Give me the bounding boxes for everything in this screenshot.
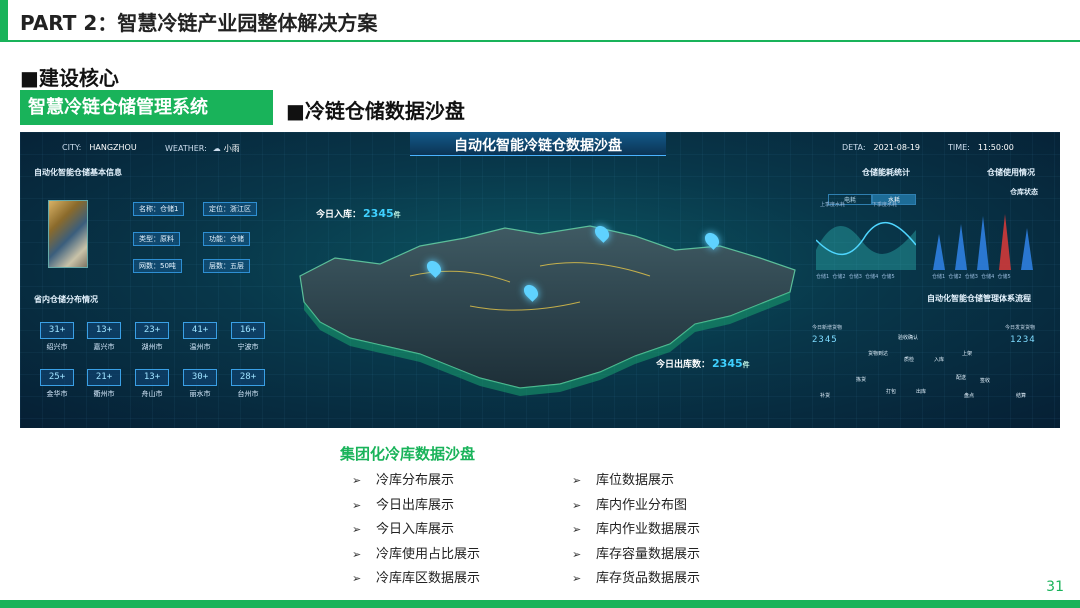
city-card: 25+ 金华市 [40, 369, 74, 399]
slide-title: PART 2：智慧冷链产业园整体解决方案 [20, 11, 378, 35]
energy-axis: 仓储1 仓储2 仓储3 仓储4 仓储5 [816, 274, 895, 280]
arrow-icon: ➢ [352, 474, 362, 487]
energy-legend-1: 上季度水耗 [820, 202, 846, 208]
flow-node: 验收确认 [898, 335, 919, 341]
list-item: ➢ 今日出库展示 [352, 497, 455, 513]
energy-area-chart [816, 221, 916, 270]
info-floors: 层数：五层 [203, 259, 250, 273]
energy-title: 仓储能耗统计 [862, 168, 910, 177]
city-card: 28+ 台州市 [231, 369, 265, 399]
arrow-icon: ➢ [572, 547, 582, 561]
list-item: ➢ 冷库使用占比展示 [352, 546, 481, 562]
bullet-list-right: ➢ 库位数据展示 ➢ 库内作业分布图 ➢ 库内作业数据展示 ➢ 库存容量数据展示 ➢ 库存… [572, 469, 700, 592]
arrow-icon: ➢ [352, 523, 362, 537]
dashboard-title-bar: 自动化智能冷链仓数据沙盘 [410, 132, 666, 156]
province-title: 省内仓储分布情况 [34, 295, 98, 304]
today-in-stat: 今日入库： 2345件 [316, 207, 401, 220]
arrow-icon: ➢ [352, 498, 362, 512]
arrow-icon: ➢ [572, 498, 582, 512]
arrow-icon: ➢ [572, 474, 582, 487]
flow-right-value: 1234 [1010, 335, 1036, 345]
bullet-list-left: ➢ 冷库分布展示 ➢ 今日出库展示 ➢ 今日入库展示 ➢ 冷库使用占比展示 ➢ 冷库库区数… [352, 469, 480, 592]
header-accent-bar [0, 0, 8, 42]
city-card: 31+ 绍兴市 [40, 322, 74, 352]
list-item: ➢ 库位数据展示 [572, 473, 675, 488]
city-readout: CITY: HANGZHOU [62, 143, 137, 152]
data-sandbox-dashboard: CITY: HANGZHOU WEATHER: ☁ 小雨 自动化智能冷链仓数据沙盘 D… [20, 132, 1060, 428]
city-card: 41+ 温州市 [183, 322, 217, 352]
list-item: ➢ 库内作业分布图 [572, 497, 688, 513]
energy-tabs: 电耗 水耗 [828, 187, 916, 205]
info-function: 功能：仓储 [203, 232, 250, 246]
info-location: 定位：浙江区 [203, 202, 257, 216]
arrow-icon: ➢ [352, 547, 362, 561]
city-card: 30+ 丽水市 [183, 369, 217, 399]
flow-node: 结算 [1016, 393, 1027, 399]
flow-node: 上架 [962, 351, 973, 357]
flow-node: 盘点 [964, 393, 975, 399]
list-item: ➢ 库存货品数据展示 [572, 571, 701, 587]
usage-subtitle: 仓库状态 [1010, 188, 1038, 196]
city-card: 13+ 舟山市 [135, 369, 169, 399]
basic-info-title: 自动化智能仓储基本信息 [34, 168, 122, 177]
info-type: 类型：原料 [133, 232, 180, 246]
sandbox-heading: ■冷链仓储数据沙盘 [286, 99, 465, 123]
date-readout: DETA: 2021-08-19 [842, 143, 921, 152]
list-item: ➢ 库存容量数据展示 [572, 546, 701, 562]
flow-node: 拣货 [856, 377, 867, 383]
weather-readout: WEATHER: ☁ 小雨 [165, 144, 240, 153]
arrow-icon: ➢ [572, 572, 582, 586]
flow-node: 货物到达 [868, 351, 889, 357]
arrow-icon: ➢ [352, 572, 362, 586]
flow-node: 补货 [820, 393, 831, 399]
page-number: 31 [1046, 579, 1064, 595]
city-card: 16+ 宁波市 [231, 322, 265, 352]
city-card: 13+ 嘉兴市 [87, 322, 121, 352]
dashboard-title: 自动化智能冷链仓数据沙盘 [454, 138, 622, 154]
flow-title: 自动化智能仓储管理体系流程 [927, 294, 1031, 303]
list-item: ➢ 今日入库展示 [352, 522, 455, 538]
flow-node: 入库 [934, 357, 945, 363]
list-item: ➢ 库内作业数据展示 [572, 522, 701, 538]
city-card: 21+ 衢州市 [87, 369, 121, 399]
flow-node: 质检 [904, 357, 915, 363]
slide-header: PART 2：智慧冷链产业园整体解决方案 [0, 0, 1080, 42]
flow-node: 出库 [916, 389, 927, 395]
city-card: 23+ 湖州市 [135, 322, 169, 352]
footer-bar [0, 600, 1080, 608]
list-item: ➢ 冷库分布展示 [352, 473, 455, 488]
list-item: ➢ 冷库库区数据展示 [352, 571, 481, 587]
today-out-stat: 今日出库数： 2345件 [656, 357, 750, 370]
usage-spike-chart [933, 214, 1033, 270]
usage-title: 仓储使用情况 [987, 168, 1035, 177]
flow-right-label: 今日发货货物 [1005, 325, 1036, 331]
flow-node: 签收 [980, 378, 991, 384]
flow-left-label: 今日新增货物 [812, 325, 843, 331]
time-readout: TIME: 11:50:00 [948, 143, 1014, 152]
flow-node: 打包 [886, 389, 897, 395]
flow-left-value: 2345 [812, 335, 838, 345]
usage-axis: 仓储1 仓储2 仓储3 仓储4 仓储5 [932, 274, 1011, 280]
system-tag: 智慧冷链仓储管理系统 [20, 90, 273, 125]
flow-node: 配送 [956, 375, 967, 381]
province-map [299, 225, 796, 396]
cloud-icon: ☁ [212, 144, 221, 153]
warehouse-photo [48, 200, 88, 268]
arrow-icon: ➢ [572, 523, 582, 537]
section-heading: ■建设核心 [20, 66, 119, 90]
energy-legend-2: 下季度水耗 [872, 202, 898, 208]
info-name: 名称：仓储1 [133, 202, 185, 216]
group-heading: 集团化冷库数据沙盘 [340, 445, 476, 463]
info-capacity: 网数：50吨 [133, 259, 182, 273]
